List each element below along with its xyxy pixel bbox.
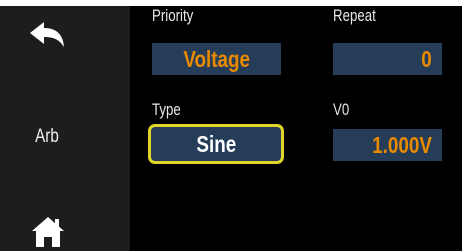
screen: Arb Priority Voltage Repeat 0 Type Sine … [0,6,462,251]
v0-field[interactable]: 1.000V [333,129,442,161]
type-field[interactable]: Sine [148,124,284,164]
mode-label: Arb [35,126,59,147]
priority-label: Priority [152,6,194,25]
type-value: Sine [196,130,236,157]
v0-value: 1.000V [372,131,432,158]
home-button[interactable] [28,216,68,248]
back-arrow-icon [30,22,64,47]
repeat-value: 0 [421,45,432,72]
back-button[interactable] [25,20,69,50]
v0-label: V0 [333,100,350,119]
repeat-field[interactable]: 0 [333,43,442,75]
repeat-label: Repeat [333,6,376,25]
sidebar: Arb [0,6,130,251]
type-label: Type [152,100,181,119]
priority-field[interactable]: Voltage [152,43,281,75]
home-icon [32,217,64,247]
priority-value: Voltage [183,45,250,72]
